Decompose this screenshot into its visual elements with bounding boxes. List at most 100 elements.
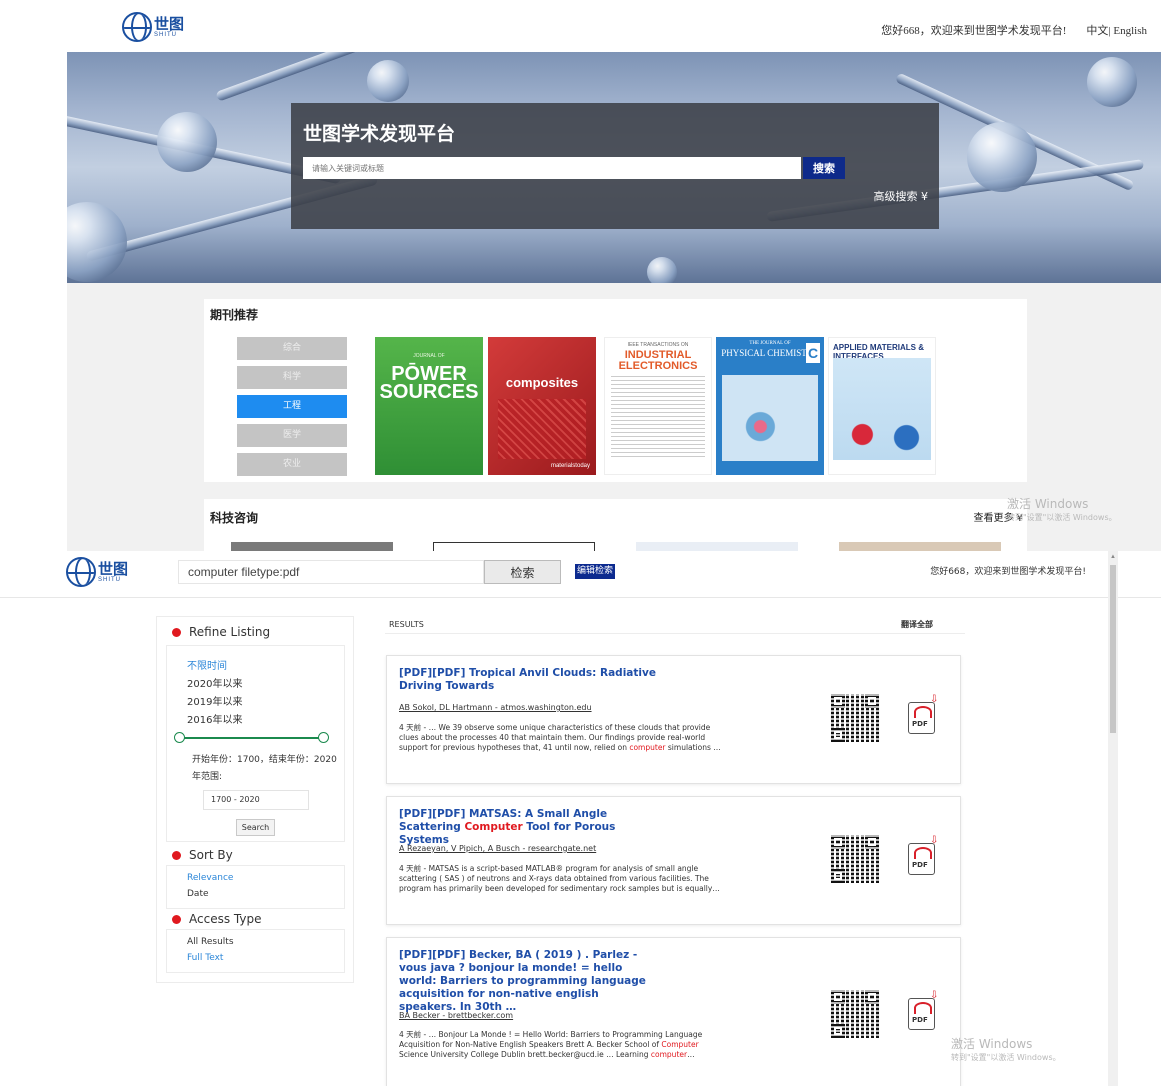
refine-search-button[interactable]: Search <box>236 819 275 836</box>
watermark-line: 激活 Windows <box>1007 497 1089 511</box>
category-tab[interactable]: 科学 <box>237 366 347 389</box>
time-filter-box: 不限时间 2020年以来 2019年以来 2016年以来 开始年份：1700，结… <box>166 645 345 842</box>
time-option[interactable]: 不限时间 <box>187 658 242 676</box>
result-title[interactable]: [PDF][PDF] MATSAS: A Small Angle Scatter… <box>399 808 669 847</box>
refine-heading-label: Refine Listing <box>189 625 271 639</box>
access-heading-label: Access Type <box>189 912 262 926</box>
access-option[interactable]: Full Text <box>187 950 234 966</box>
scrollbar-thumb[interactable] <box>1110 565 1116 733</box>
time-option[interactable]: 2019年以来 <box>187 694 242 712</box>
pdf-label: PDF <box>912 1016 928 1024</box>
welcome-text: 您好668，欢迎来到世图学术发现平台! <box>930 567 1086 577</box>
journal-cover-composites[interactable]: composites materialstoday <box>488 337 596 475</box>
result-snippet: 4 天前 - … Bonjour La Monde ! = Hello Worl… <box>399 1030 729 1060</box>
scroll-up-icon[interactable]: ▲ <box>1110 554 1116 560</box>
results-page: 世图 SHITU 检索 编辑检索 您好668，欢迎来到世图学术发现平台! ▲ R… <box>0 551 1161 1086</box>
windows-watermark: 激活 Windows 转到"设置"以激活 Windows。 <box>1007 498 1117 524</box>
year-range-slider[interactable] <box>174 732 329 743</box>
header-divider <box>0 597 1161 598</box>
news-thumbnail[interactable] <box>231 542 393 551</box>
platform-title: 世图学术发现平台 <box>303 123 456 145</box>
result-card: [PDF][PDF] Becker, BA ( 2019 ) . Parlez … <box>386 937 961 1086</box>
journal-cover-power-sources[interactable]: JOURNAL OF PŌWER SOURCES <box>375 337 483 475</box>
refine-sidebar: Refine Listing 不限时间 2020年以来 2019年以来 2016… <box>156 616 354 983</box>
hero-banner: 世图学术发现平台 搜索 高级搜索 ¥ <box>67 52 1161 283</box>
hero-search-button[interactable]: 搜索 <box>803 157 845 179</box>
translate-all-button[interactable]: 翻译全部 <box>901 619 933 630</box>
tech-news-section: 科技咨询 查看更多 ¥ <box>204 499 1027 551</box>
query-input[interactable] <box>178 560 484 584</box>
query-search-button[interactable]: 检索 <box>484 560 561 584</box>
page-scrollbar[interactable]: ▲ <box>1108 551 1118 1086</box>
journal-recommendations: 期刊推荐 综合 科学 工程 医学 农业 JOURNAL OF PŌWER SOU… <box>204 299 1027 482</box>
pdf-download-icon[interactable]: PDF ⇩ <box>908 991 940 1030</box>
category-tab[interactable]: 综合 <box>237 337 347 360</box>
result-authors[interactable]: AB Sokol, DL Hartmann - atmos.washington… <box>399 703 592 712</box>
logo-subtext: SHITU <box>154 31 177 38</box>
lang-cn-link[interactable]: 中文 <box>1086 25 1108 37</box>
category-tab[interactable]: 农业 <box>237 453 347 476</box>
cover-publisher: materialstoday <box>550 463 590 469</box>
result-card: [PDF][PDF] Tropical Anvil Clouds: Radiat… <box>386 655 961 784</box>
result-title[interactable]: [PDF][PDF] Becker, BA ( 2019 ) . Parlez … <box>399 949 659 1014</box>
site-logo[interactable]: 世图 SHITU <box>66 557 128 587</box>
globe-icon <box>66 557 96 587</box>
sort-heading: Sort By <box>172 848 233 862</box>
year-range-label: 年范围: <box>192 772 223 782</box>
snippet-highlight: computer <box>629 743 666 752</box>
time-option[interactable]: 2020年以来 <box>187 676 242 694</box>
journals-heading: 期刊推荐 <box>210 308 259 322</box>
cover-title: INDUSTRIAL ELECTRONICS <box>618 349 698 372</box>
cover-letter: C <box>806 343 820 363</box>
slider-handle-start[interactable] <box>174 732 185 743</box>
cover-art <box>498 399 586 459</box>
slider-handle-end[interactable] <box>318 732 329 743</box>
sort-option[interactable]: Relevance <box>187 870 233 886</box>
cover-kicker: IEEE TRANSACTIONS ON <box>627 342 689 348</box>
journal-cover-industrial-electronics[interactable]: IEEE TRANSACTIONS ON INDUSTRIAL ELECTRON… <box>604 337 712 475</box>
lang-separator: | <box>1108 25 1111 37</box>
result-card: [PDF][PDF] MATSAS: A Small Angle Scatter… <box>386 796 961 925</box>
language-switch: 中文| English <box>1086 22 1147 38</box>
result-title[interactable]: [PDF][PDF] Tropical Anvil Clouds: Radiat… <box>399 667 669 693</box>
snippet-tail: simulations … <box>665 743 721 752</box>
cover-art <box>722 375 818 461</box>
access-option[interactable]: All Results <box>187 934 234 950</box>
qr-code-icon[interactable] <box>829 988 881 1040</box>
lang-en-link[interactable]: English <box>1113 25 1147 37</box>
snippet-text: 4 天前 - … Bonjour La Monde ! = Hello Worl… <box>399 1030 703 1049</box>
top-right-bar: 您好668，欢迎来到世图学术发现平台! 中文| English <box>881 22 1147 38</box>
result-authors[interactable]: A Rezaeyan, V Pipich, A Busch - research… <box>399 844 596 853</box>
category-tab[interactable]: 医学 <box>237 424 347 447</box>
result-authors[interactable]: BA Becker - brettbecker.com <box>399 1011 513 1020</box>
time-option[interactable]: 2016年以来 <box>187 712 242 730</box>
logo-subtext: SHITU <box>98 576 121 583</box>
sort-option[interactable]: Date <box>187 886 233 902</box>
snippet-mid: Science University College Dublin brett.… <box>399 1050 651 1059</box>
windows-watermark: 激活 Windows 转到"设置"以激活 Windows。 <box>951 1038 1061 1064</box>
journal-cover-applied-materials[interactable]: APPLIED MATERIALS & INTERFACES <box>828 337 936 475</box>
advanced-search-toggle[interactable]: 高级搜索 ¥ <box>874 188 929 204</box>
pdf-download-icon[interactable]: PDF ⇩ <box>908 695 940 734</box>
results-heading: RESULTS <box>389 620 424 629</box>
qr-code-icon[interactable] <box>829 833 881 885</box>
pdf-download-icon[interactable]: PDF ⇩ <box>908 836 940 875</box>
journal-category-list: 综合 科学 工程 医学 农业 <box>237 337 347 482</box>
news-thumbnail[interactable] <box>433 542 595 551</box>
pdf-label: PDF <box>912 720 928 728</box>
edit-search-button[interactable]: 编辑检索 <box>575 564 616 579</box>
qr-code-icon[interactable] <box>829 692 881 744</box>
hero-search-input[interactable] <box>303 157 801 179</box>
logo-text: 世图 <box>98 559 129 578</box>
category-tab-active[interactable]: 工程 <box>237 395 347 418</box>
year-range-input[interactable]: 1700 - 2020 <box>203 790 309 810</box>
globe-icon <box>122 12 152 42</box>
site-logo[interactable]: 世图 SHITU <box>122 12 184 42</box>
pdf-label: PDF <box>912 861 928 869</box>
logo-text: 世图 <box>154 14 185 33</box>
result-snippet: 4 天前 - … We 39 observe some unique chara… <box>399 723 729 753</box>
news-thumbnail[interactable] <box>636 542 798 551</box>
news-thumbnail[interactable] <box>839 542 1001 551</box>
journal-cover-physical-chemistry[interactable]: THE JOURNAL OF PHYSICAL CHEMISTRY C <box>716 337 824 475</box>
bullet-icon <box>172 914 181 924</box>
